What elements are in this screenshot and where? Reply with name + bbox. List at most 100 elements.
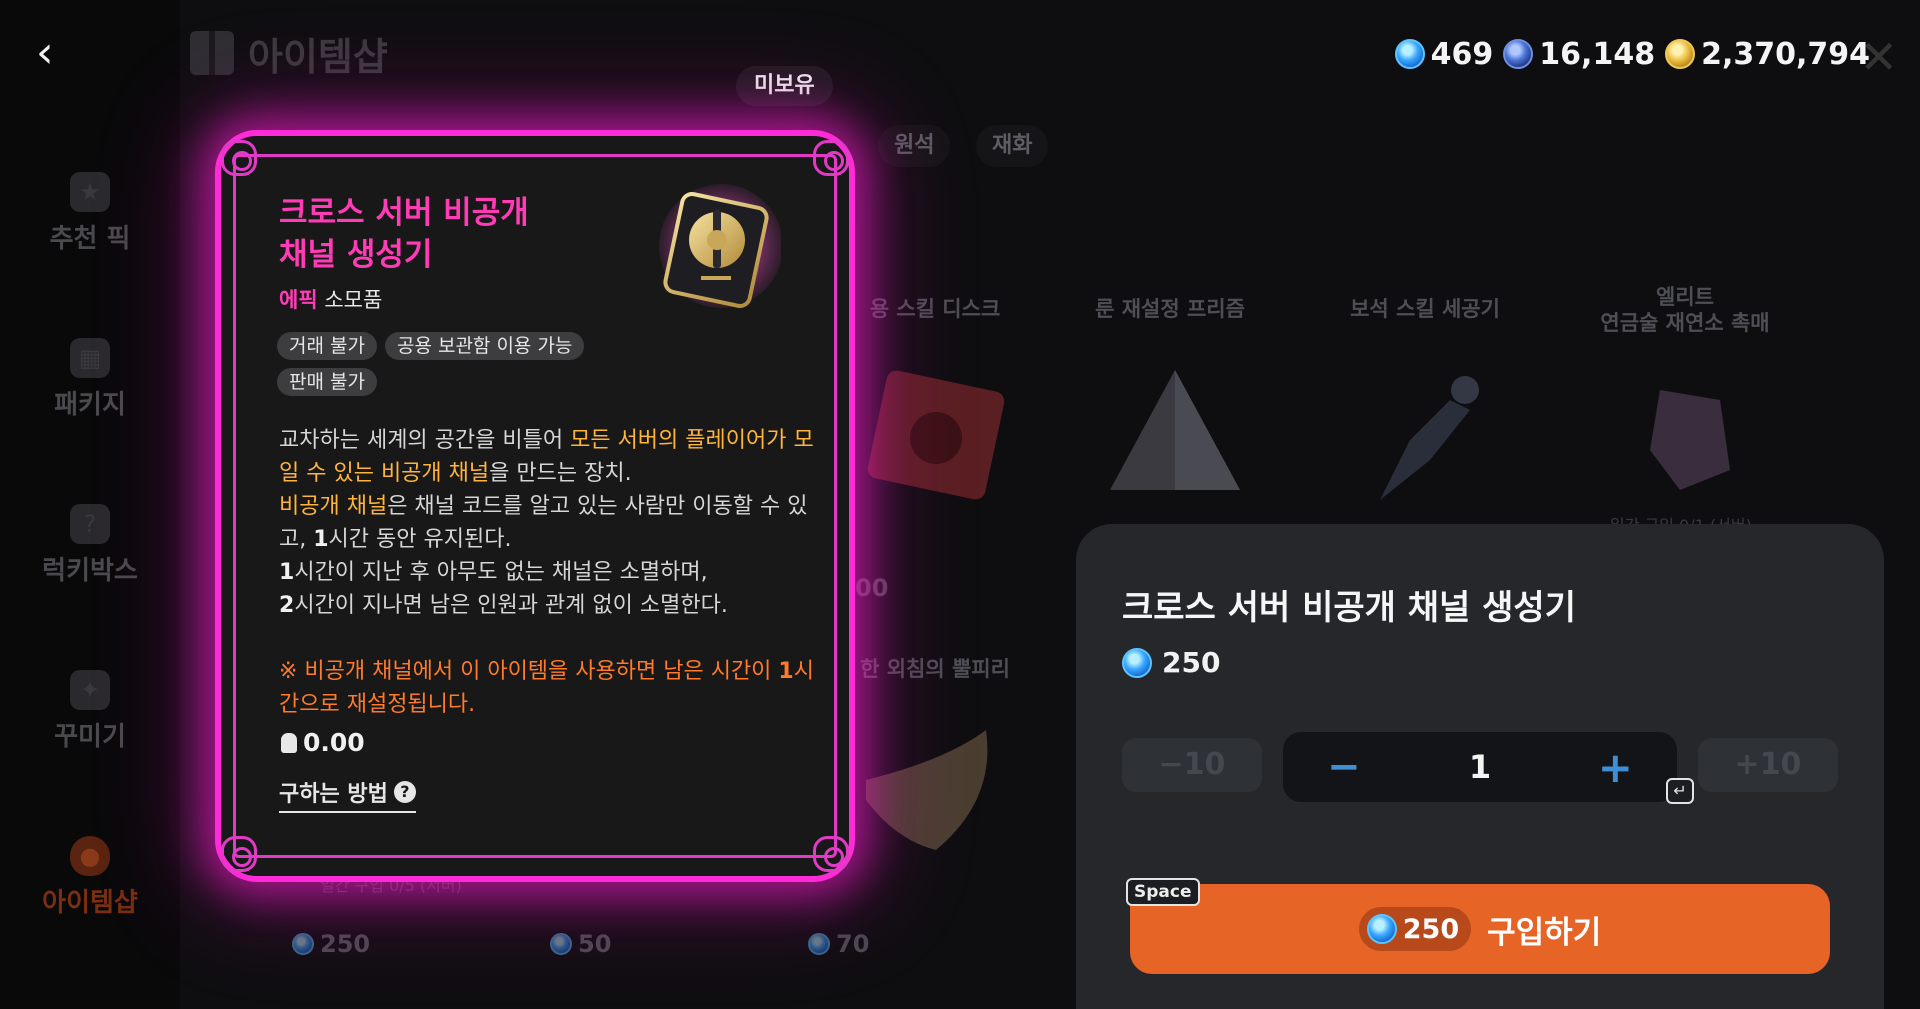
- star-icon: ★: [70, 172, 110, 212]
- buy-button[interactable]: 250 구입하기: [1130, 884, 1830, 974]
- currency-blue-gem: 469: [1394, 36, 1494, 72]
- desc-bold: 1: [279, 560, 295, 585]
- back-arrow-icon[interactable]: ‹: [36, 30, 76, 76]
- sidebar-item-itemshop[interactable]: ● 아이템샵: [0, 836, 180, 919]
- minus-icon[interactable]: −: [1327, 744, 1367, 790]
- currency-value: 16,148: [1539, 36, 1656, 72]
- blue-gem-icon: [1122, 647, 1152, 678]
- tag-untradable: 거래 불가: [277, 332, 377, 360]
- space-key-hint: Space: [1126, 878, 1200, 906]
- plus-10-button[interactable]: +10: [1698, 738, 1838, 792]
- currency-value: 469: [1430, 36, 1494, 72]
- grade-label: 에픽: [279, 288, 318, 312]
- tab-currency[interactable]: 재화: [976, 125, 1049, 167]
- channel-generator-icon: [659, 184, 781, 308]
- how-to-label: 구하는 방법: [279, 782, 388, 807]
- pouch-icon: ●: [70, 836, 110, 876]
- blue-gem-icon: [808, 933, 830, 955]
- grid-item-price: 70: [808, 930, 869, 958]
- sidebar-item-label: 패키지: [54, 390, 126, 420]
- purchase-unit-price: 250: [1122, 646, 1220, 679]
- buy-price-value: 250: [1402, 913, 1460, 945]
- sidebar-item-label: 아이템샵: [42, 888, 138, 918]
- blue-gem-icon: [292, 933, 314, 955]
- item-type: 소모품: [324, 288, 383, 312]
- currency-bar: 469 16,148 2,370,794: [1394, 34, 1870, 74]
- desc-text: 시간이 지나면 남은 인원과 관계 없이 소멸한다.: [294, 593, 728, 618]
- package-icon: ▦: [70, 338, 110, 378]
- buy-label: 구입하기: [1487, 914, 1602, 951]
- weight-value: 0.00: [303, 728, 365, 757]
- corner-knot-icon: [813, 140, 849, 176]
- desc-highlight: 비공개 채널: [279, 494, 388, 519]
- grid-item-name: 보석 스킬 세공기: [1350, 297, 1500, 321]
- price-value: 70: [836, 930, 870, 958]
- blue-gem-icon: [550, 933, 572, 955]
- desc-text: 교차하는 세계의 공간을 비틀어: [279, 428, 571, 453]
- page-title-text: 아이템샵: [248, 34, 388, 79]
- plus-icon[interactable]: +: [1593, 743, 1633, 792]
- sidebar-item-label: 꾸미기: [54, 722, 126, 752]
- disk-icon: [867, 370, 1005, 500]
- sidebar-item-label: 추천 픽: [49, 224, 131, 254]
- question-icon: ?: [393, 781, 416, 803]
- desc-bold: 1: [313, 527, 329, 552]
- price-value: 50: [578, 930, 612, 958]
- corner-knot-icon: [221, 836, 257, 872]
- sidebar: ‹ ★ 추천 픽 ▦ 패키지 ? 럭키박스 ✦ 꾸미기 ● 아이템샵: [0, 0, 180, 1009]
- buy-price-badge: 250: [1358, 907, 1472, 951]
- item-description: 교차하는 세계의 공간을 비틀어 모든 서버의 플레이어가 모일 수 있는 비공…: [279, 424, 819, 721]
- blue-gem-icon: [1394, 39, 1425, 69]
- sidebar-item-recommended[interactable]: ★ 추천 픽: [0, 172, 180, 255]
- grid-item-price: 250: [292, 930, 370, 958]
- item-grade: 에픽 소모품: [279, 284, 382, 314]
- grid-item-price: 00: [855, 574, 888, 602]
- currency-dark-gem: 16,148: [1503, 37, 1655, 72]
- sidebar-item-luckybox[interactable]: ? 럭키박스: [0, 504, 180, 587]
- grid-item-price: 50: [550, 930, 611, 958]
- currency-gold: 2,370,794: [1665, 37, 1870, 72]
- desc-text: 시간 동안 유지된다.: [328, 527, 512, 552]
- corner-knot-icon: [221, 140, 257, 176]
- page-title: 아이템샵: [190, 28, 388, 79]
- gift-icon: [190, 31, 234, 75]
- price-value: 00: [855, 574, 889, 602]
- desc-warning: ※ 비공개 채널에서 이 아이템을 사용하면 남은 시간이: [279, 659, 779, 684]
- wand-icon: ✦: [70, 670, 110, 710]
- corner-knot-icon: [813, 836, 849, 872]
- item-title: 크로스 서버 비공개 채널 생성기: [279, 195, 529, 273]
- tab-gemstone[interactable]: 원석: [878, 125, 951, 167]
- sidebar-item-label: 럭키박스: [42, 556, 138, 586]
- item-tags: 거래 불가 공용 보관함 이용 가능 판매 불가: [277, 332, 677, 396]
- gem-tool-icon: [1380, 376, 1479, 500]
- weight-icon: [281, 732, 297, 753]
- desc-warning: 1: [778, 659, 794, 684]
- price-value: 250: [320, 930, 371, 958]
- dark-gem-icon: [1503, 39, 1534, 69]
- item-weight: 0.00: [281, 728, 365, 757]
- sidebar-item-package[interactable]: ▦ 패키지: [0, 338, 180, 421]
- grid-item-name: 룬 재설정 프리즘: [1095, 297, 1245, 321]
- sidebar-item-decorate[interactable]: ✦ 꾸미기: [0, 670, 180, 753]
- lucky-box-icon: ?: [70, 504, 110, 544]
- desc-text: 을 만드는 장치.: [489, 461, 632, 486]
- minus-10-button[interactable]: −10: [1122, 738, 1262, 792]
- blue-gem-icon: [1366, 914, 1397, 944]
- currency-value: 2,370,794: [1701, 36, 1870, 72]
- quantity-value[interactable]: 1: [1469, 748, 1491, 786]
- purchase-panel: 크로스 서버 비공개 채널 생성기 250 −10 − 1 + ↵ +10 Sp…: [1076, 524, 1884, 1009]
- catalyst-icon: [1650, 390, 1730, 490]
- item-tooltip-card: 크로스 서버 비공개 채널 생성기 에픽 소모품 거래 불가 공용 보관함 이용…: [215, 130, 855, 882]
- tag-shared-storage: 공용 보관함 이용 가능: [384, 332, 585, 360]
- enter-key-hint: ↵: [1666, 778, 1694, 804]
- desc-bold: 2: [279, 593, 295, 618]
- ownership-badge: 미보유: [736, 66, 833, 106]
- prism-icon: [1110, 370, 1240, 490]
- desc-text: 시간이 지난 후 아무도 없는 채널은 소멸하며,: [294, 560, 708, 585]
- tag-unsellable: 판매 불가: [277, 368, 377, 396]
- price-value: 250: [1162, 646, 1221, 679]
- gold-coin-icon: [1665, 39, 1696, 69]
- how-to-obtain-link[interactable]: 구하는 방법 ?: [279, 776, 416, 813]
- horn-icon: [866, 730, 988, 850]
- quantity-stepper: − 1 +: [1283, 732, 1677, 802]
